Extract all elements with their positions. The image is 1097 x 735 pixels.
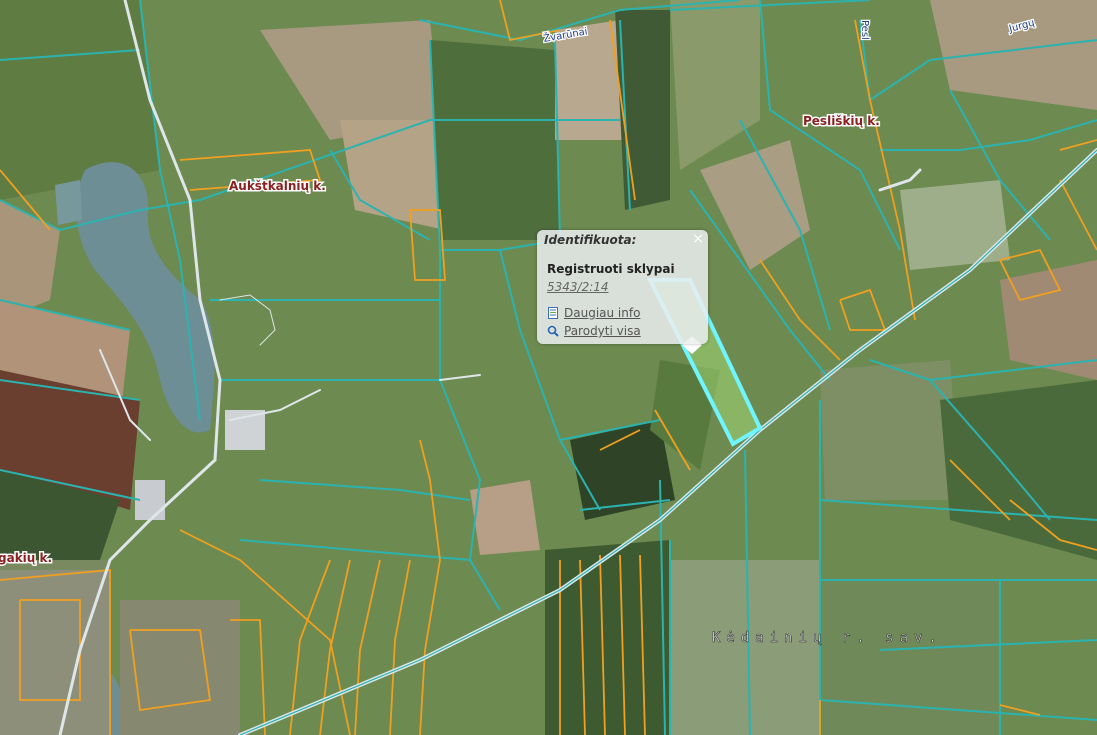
place-label-pesliskiu: Pesliškių k. (803, 114, 880, 128)
place-label-aukstkalniu: Aukštkalnių k. (229, 179, 326, 193)
region-label: Kėdainių r. sav. (712, 630, 943, 646)
popup-layer-name: Registruoti sklypai (547, 262, 675, 276)
popup-title: Identifikuota: (544, 233, 637, 247)
magnifier-icon (547, 325, 559, 337)
more-info-link[interactable]: Daugiau info (547, 306, 640, 320)
close-icon[interactable]: × (692, 231, 704, 247)
place-label-gakiu: gakių k. (0, 551, 52, 565)
more-info-label: Daugiau info (564, 306, 641, 320)
show-all-link[interactable]: Parodyti visa (547, 324, 641, 338)
map-canvas[interactable]: Aukštkalnių k. Pesliškių k. gakių k. Žva… (0, 0, 1097, 735)
show-all-label: Parodyti visa (564, 324, 641, 338)
road-label-pesl: Pesl (859, 20, 870, 40)
parcel-id-link[interactable]: 5343/2:14 (547, 280, 609, 294)
document-info-icon (548, 307, 558, 319)
identification-popup: Identifikuota: × Registruoti sklypai 534… (537, 230, 708, 344)
